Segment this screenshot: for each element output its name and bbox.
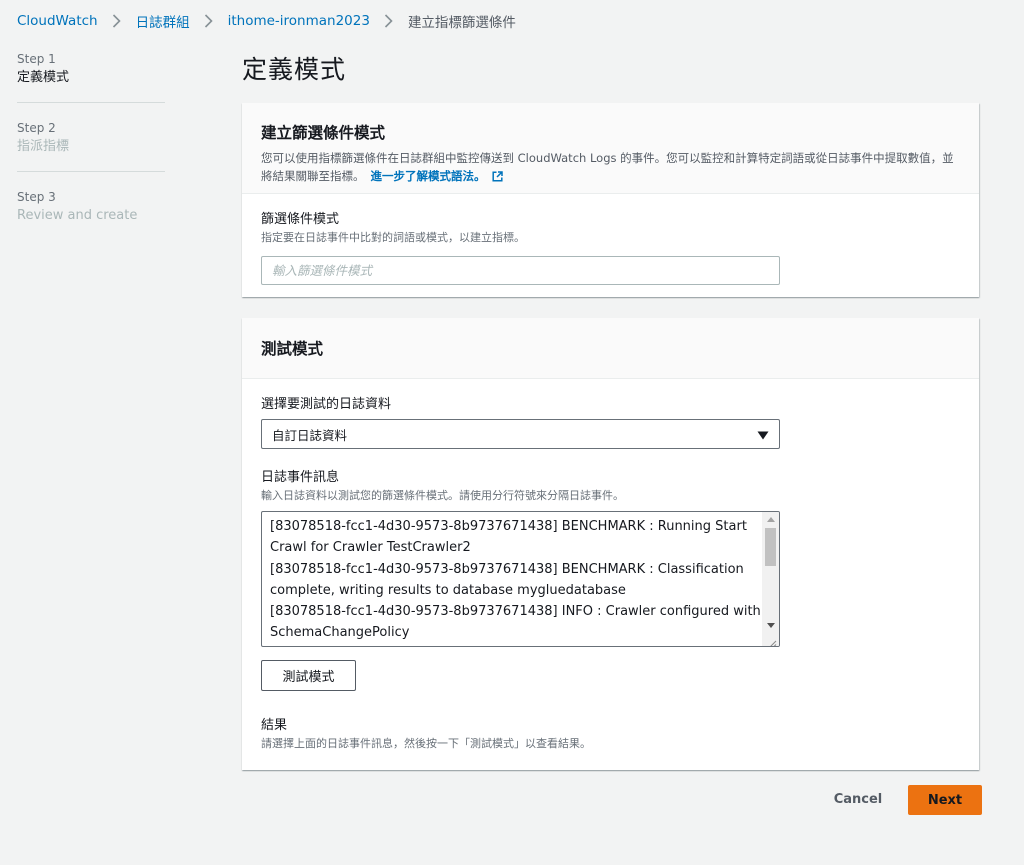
wizard-step-3: Step 3 Review and create [17,190,165,240]
log-line: [83078518-fcc1-4d30-9573-8b9737671438] B… [270,519,747,534]
step-title: Review and create [17,208,138,223]
panel-body: 篩選條件模式 指定要在日誌事件中比對的詞語或模式，以建立指標。 [242,194,979,303]
test-pattern-button[interactable]: 測試模式 [261,660,356,691]
step-number: Step 3 [17,190,56,204]
resize-grip-icon[interactable] [767,634,777,646]
step-title: 定義模式 [17,70,70,85]
create-pattern-panel: 建立篩選條件模式 您可以使用指標篩選條件在日誌群組中監控傳送到 CloudWat… [242,103,979,297]
wizard-step-1: Step 1 定義模式 [17,52,165,102]
step-number: Step 2 [17,121,56,135]
chevron-right-icon [382,14,396,28]
log-data-select-label: 選擇要測試的日誌資料 [261,397,392,412]
log-events-textarea[interactable]: [83078518-fcc1-4d30-9573-8b9737671438] B… [261,511,780,647]
wizard-step-2: Step 2 指派指標 [17,121,165,171]
log-line: Crawl for Crawler TestCrawler2 [270,540,471,556]
chevron-right-icon [202,14,216,28]
learn-more-link[interactable]: 進一步了解模式語法。 [371,169,486,183]
panel-description: 您可以使用指標篩選條件在日誌群組中監控傳送到 CloudWatch Logs 的… [261,149,960,187]
log-lines: [83078518-fcc1-4d30-9573-8b9737671438] B… [262,512,779,644]
log-line: SchemaChangePolicy [270,625,410,641]
log-line: [83078518-fcc1-4d30-9573-8b9737671438] I… [270,604,761,620]
cancel-button[interactable]: Cancel [820,786,896,813]
panel-heading: 建立篩選條件模式 [261,124,386,142]
chevron-right-icon [110,14,124,28]
breadcrumb-current: 建立指標篩選條件 [407,15,516,31]
log-line: complete, writing results to database my… [270,582,626,598]
scroll-thumb[interactable] [765,528,776,566]
step-divider [17,171,165,172]
page-title: 定義模式 [242,55,347,84]
log-events-label: 日誌事件訊息 [261,470,340,485]
breadcrumb: CloudWatch 日誌群組 ithome-ironman2023 建立指標篩… [17,11,516,31]
filter-pattern-description: 指定要在日誌事件中比對的詞語或模式，以建立指標。 [261,231,525,244]
step-divider [17,102,165,103]
results-label: 結果 [261,718,288,733]
step-number: Step 1 [17,52,56,66]
next-button[interactable]: Next [908,785,982,815]
filter-pattern-label: 篩選條件模式 [261,212,340,227]
step-title: 指派指標 [17,139,70,154]
external-link-icon[interactable] [491,169,503,187]
filter-pattern-input[interactable] [261,256,780,285]
wizard-steps: Step 1 定義模式 Step 2 指派指標 Step 3 Review an… [17,52,165,240]
test-pattern-panel: 測試模式 選擇要測試的日誌資料 自訂日誌資料 日誌事件訊息 輸入日誌資料以測試您… [242,318,979,770]
select-value: 自訂日誌資料 [272,427,348,443]
panel-header: 測試模式 [242,318,979,379]
panel-header: 建立篩選條件模式 您可以使用指標篩選條件在日誌群組中監控傳送到 CloudWat… [242,103,979,194]
caret-down-icon [757,425,769,444]
log-data-select[interactable]: 自訂日誌資料 [261,419,780,449]
scrollbar[interactable] [762,512,779,646]
results-section: 結果 請選擇上面的日誌事件訊息，然後按一下「測試模式」以查看結果。 [261,717,960,752]
breadcrumb-cloudwatch[interactable]: CloudWatch [17,13,98,29]
scroll-down-arrow-icon[interactable] [766,621,775,630]
breadcrumb-log-groups[interactable]: 日誌群組 [136,11,190,31]
breadcrumb-log-group[interactable]: ithome-ironman2023 [228,13,370,29]
panel-heading: 測試模式 [261,340,324,358]
results-description: 請選擇上面的日誌事件訊息，然後按一下「測試模式」以查看結果。 [261,737,591,750]
description-text: 您可以使用指標篩選條件在日誌群組中監控傳送到 CloudWatch Logs 的… [261,151,954,183]
log-events-description: 輸入日誌資料以測試您的篩選條件模式。請使用分行符號來分隔日誌事件。 [261,489,624,502]
log-line: [83078518-fcc1-4d30-9573-8b9737671438] B… [270,561,744,577]
panel-body: 選擇要測試的日誌資料 自訂日誌資料 日誌事件訊息 輸入日誌資料以測試您的篩選條件… [242,379,979,770]
scroll-up-arrow-icon[interactable] [766,515,775,524]
